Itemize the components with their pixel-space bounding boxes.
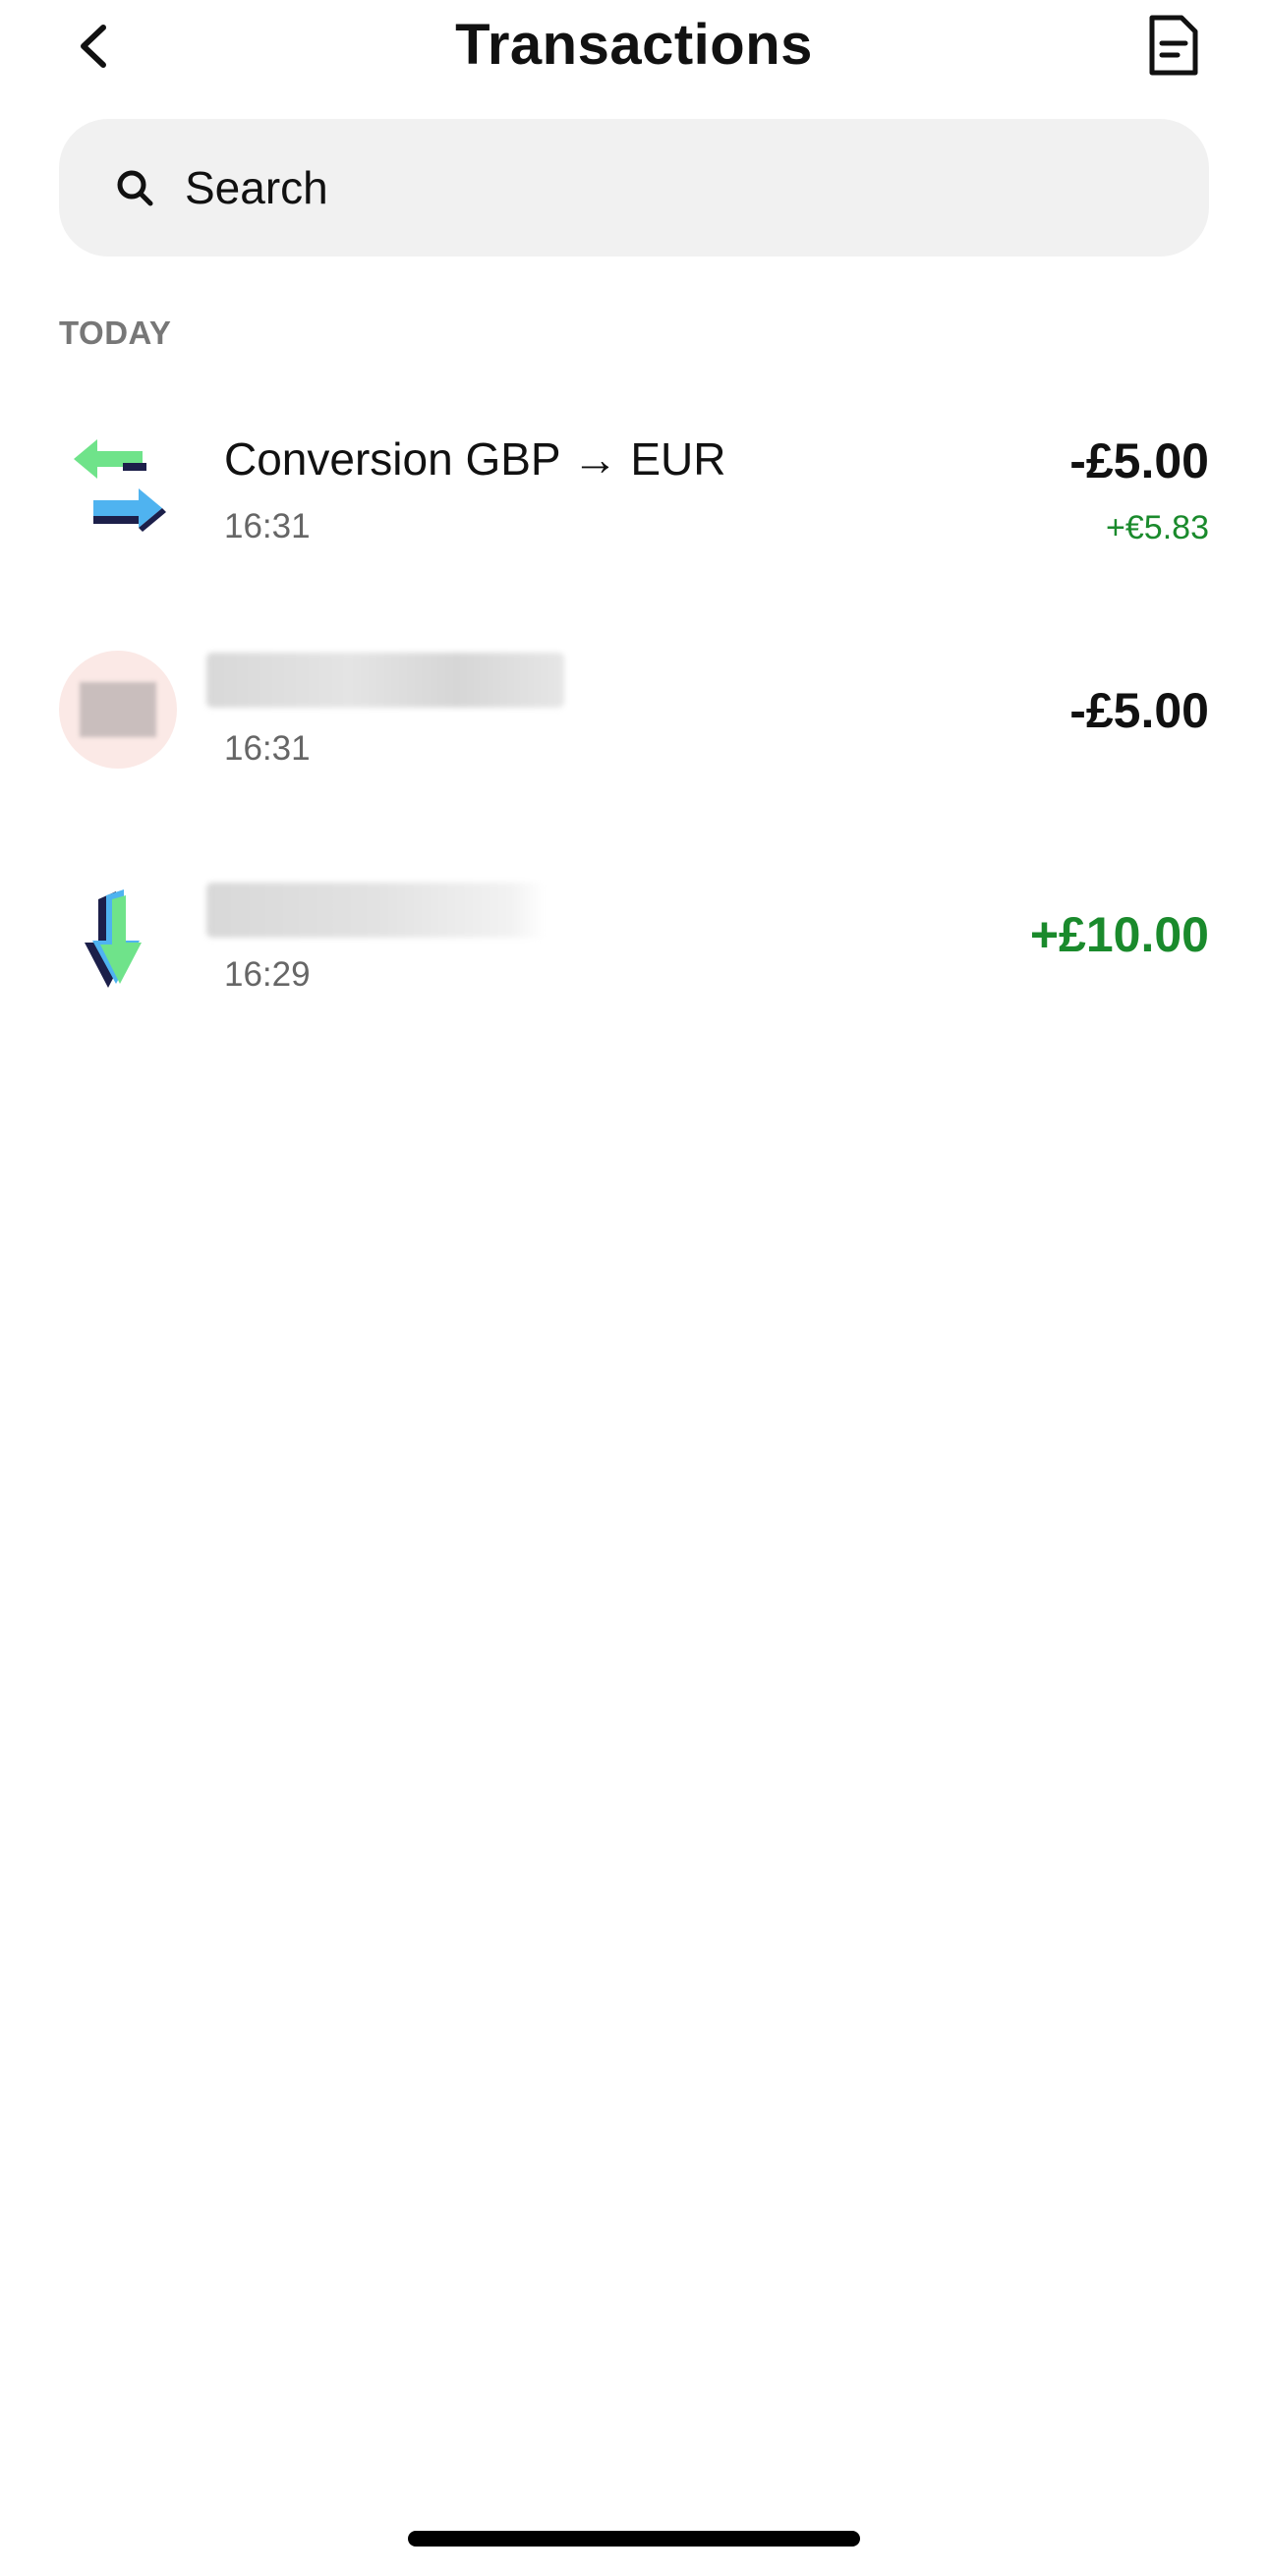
transaction-title: Conversion GBP → EUR — [224, 433, 726, 485]
transaction-time: 16:29 — [224, 955, 311, 994]
transaction-row[interactable]: 16:29 +£10.00 — [59, 875, 1209, 1042]
transaction-amount: -£5.00 — [1069, 683, 1209, 738]
transaction-time: 16:31 — [224, 729, 311, 768]
search-bar[interactable] — [59, 119, 1209, 257]
transaction-time: 16:31 — [224, 507, 311, 545]
search-icon — [110, 163, 159, 212]
statement-button[interactable] — [1138, 12, 1209, 83]
transaction-converted-amount: +€5.83 — [1106, 509, 1209, 546]
avatar-image-blurred — [80, 682, 156, 737]
home-indicator[interactable] — [408, 2531, 860, 2547]
section-header-today: TODAY — [59, 315, 172, 351]
transaction-row[interactable]: Conversion GBP → EUR 16:31 -£5.00 +€5.83 — [59, 403, 1209, 570]
transactions-screen: Transactions TODAY — [0, 0, 1268, 2576]
search-input[interactable] — [183, 160, 1071, 215]
document-icon — [1146, 14, 1201, 82]
exchange-arrows-icon — [59, 425, 177, 543]
redacted-merchant-name — [206, 653, 564, 708]
merchant-avatar-icon — [59, 651, 177, 769]
page-title: Transactions — [455, 13, 813, 77]
redacted-sender-name — [206, 883, 545, 938]
transaction-row[interactable]: 16:31 -£5.00 — [59, 649, 1209, 816]
transaction-amount: -£5.00 — [1069, 433, 1209, 488]
transaction-amount: +£10.00 — [1029, 907, 1209, 962]
incoming-arrow-icon — [59, 881, 177, 999]
top-bar: Transactions — [0, 0, 1268, 98]
avatar — [59, 651, 177, 769]
